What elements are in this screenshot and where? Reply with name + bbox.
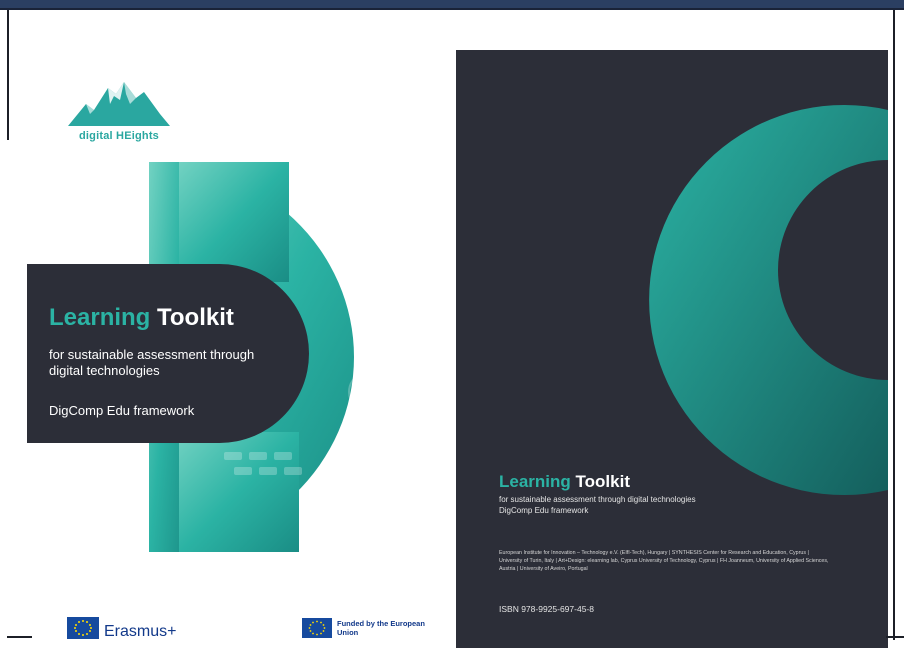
frame-line-left [7, 10, 9, 140]
partners-text: European Institute for Innovation – Tech… [499, 550, 829, 572]
frame-line-right [893, 10, 895, 640]
back-title-word1: Learning [499, 472, 571, 491]
front-framework: DigComp Edu framework [49, 403, 195, 418]
page-frame: digital HEights Learning Toolkit for sus… [0, 0, 904, 648]
front-title-word2: Toolkit [157, 304, 234, 331]
back-subtitle-line1: for sustainable assessment through digit… [499, 495, 696, 504]
funded-label: Funded by the European Union [337, 619, 425, 637]
top-bar [0, 0, 904, 10]
eu-flag-icon [302, 618, 332, 638]
back-subtitle-line2: DigComp Edu framework [499, 506, 589, 515]
back-cover: Learning Toolkit for sustainable assessm… [456, 50, 888, 648]
isbn-text: ISBN 978-9925-697-45-8 [499, 604, 594, 614]
back-subtitle: for sustainable assessment through digit… [499, 494, 799, 516]
frame-line-bottom-right [886, 636, 904, 638]
front-subtitle: for sustainable assessment through digit… [49, 347, 255, 378]
eu-flag-icon [67, 617, 99, 639]
back-title: Learning Toolkit [499, 472, 630, 492]
front-title-word1: Learning [49, 304, 151, 331]
front-cover: digital HEights Learning Toolkit for sus… [9, 12, 449, 648]
frame-line-bottom-left [7, 636, 32, 638]
erasmus-label: Erasmus+ [104, 623, 177, 640]
front-title: Learning Toolkit [49, 304, 234, 332]
back-title-word2: Toolkit [575, 472, 630, 491]
